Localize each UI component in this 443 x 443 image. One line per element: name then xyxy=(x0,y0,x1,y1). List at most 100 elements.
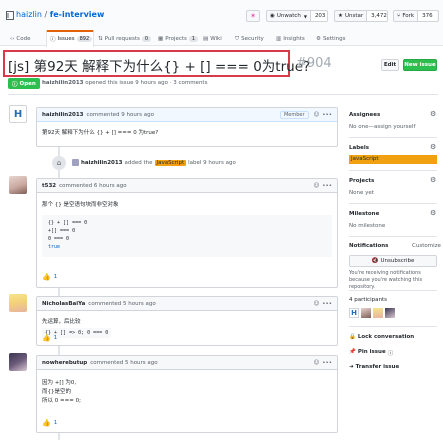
divider xyxy=(349,290,437,291)
reaction-count: 1 xyxy=(53,274,58,280)
divider xyxy=(349,170,437,171)
reaction-count: 1 xyxy=(53,420,58,426)
transfer-label: Transfer issue xyxy=(355,364,400,370)
tab-code[interactable]: ‹› Code xyxy=(10,33,31,45)
comment-header: haizhilin2013 commented 9 hours ago Memb… xyxy=(37,108,337,122)
comment-card: nowherebutup commented 5 hours ago ☺ •••… xyxy=(36,355,338,433)
fork-button[interactable]: ⑂ Fork 376 xyxy=(393,10,439,22)
repo-separator: / xyxy=(44,10,48,19)
avatar[interactable] xyxy=(9,294,27,312)
gear-icon[interactable]: ⚙ xyxy=(430,176,436,184)
unstar-count[interactable]: 3,472 xyxy=(366,11,387,21)
unwatch-count[interactable]: 203 xyxy=(309,11,327,21)
comment-author[interactable]: nowherebutup xyxy=(42,360,87,366)
event-author[interactable]: haizhilin2013 xyxy=(81,160,123,166)
gear-icon[interactable]: ⚙ xyxy=(430,110,436,118)
comment-time[interactable]: commented 9 hours ago xyxy=(87,112,154,118)
unstar-button[interactable]: ★ Unstar 3,472 xyxy=(334,10,388,22)
graph-icon: ▥ xyxy=(276,36,282,42)
kebab-icon[interactable]: ••• xyxy=(322,183,332,189)
comment-time[interactable]: commented 6 hours ago xyxy=(59,183,126,189)
tab-projects-count: 1 xyxy=(188,36,199,42)
tab-pull-requests[interactable]: ⇅ Pull requests 0 xyxy=(98,33,152,45)
avatar[interactable]: H xyxy=(9,105,27,123)
tab-wiki[interactable]: ▤ Wiki xyxy=(203,33,222,45)
comment-time[interactable]: commented 5 hours ago xyxy=(90,360,157,366)
tab-code-label: Code xyxy=(16,36,31,42)
issue-author-link[interactable]: haizhilin2013 xyxy=(42,80,84,86)
comment-time[interactable]: commented 5 hours ago xyxy=(88,301,155,307)
sponsor-button[interactable]: ✶ xyxy=(246,10,260,22)
smiley-icon[interactable]: ☺ xyxy=(314,360,320,366)
assignees-value[interactable]: No one—assign yourself xyxy=(349,124,415,130)
avatar[interactable] xyxy=(72,159,79,166)
tab-settings[interactable]: ⚙ Settings xyxy=(316,33,346,45)
smiley-icon[interactable]: ☺ xyxy=(314,112,320,118)
sponsor-icon: ✶ xyxy=(250,12,256,20)
lock-label: Lock conversation xyxy=(357,334,415,340)
kebab-icon[interactable]: ••• xyxy=(322,112,332,118)
comment-body: 那个 {} 是空语句块而非空对象 xyxy=(42,202,119,208)
avatar[interactable] xyxy=(361,308,371,318)
comment-author[interactable]: haizhilin2013 xyxy=(42,112,84,118)
code-line: +[] === 0 xyxy=(48,228,76,234)
new-issue-button[interactable]: New issue xyxy=(403,59,437,71)
pin-issue[interactable]: 📌 Pin issue ⓘ xyxy=(349,349,393,357)
assignees-title[interactable]: Assignees xyxy=(349,112,380,118)
code-line: 0 === 0 xyxy=(48,236,70,242)
unwatch-button[interactable]: ◉ Unwatch ▼ 203 xyxy=(266,10,328,22)
avatar[interactable] xyxy=(9,353,27,371)
code-line: {} + [] === 0 xyxy=(48,220,88,226)
participant-avatars: H xyxy=(349,308,395,318)
repo-name-link[interactable]: fe-interview xyxy=(50,10,105,19)
comment-line: 而{}是空的 xyxy=(42,389,71,395)
repo-owner-link[interactable]: haizlin xyxy=(16,10,42,19)
javascript-label[interactable]: JavaScript xyxy=(154,159,187,166)
tab-security[interactable]: ⛉ Security xyxy=(235,33,264,45)
reaction[interactable]: 👍 1 xyxy=(42,334,57,342)
smiley-icon[interactable]: ☺ xyxy=(314,301,320,307)
tab-projects-label: Projects xyxy=(165,36,187,42)
fork-count[interactable]: 376 xyxy=(417,11,437,21)
javascript-label[interactable]: JavaScript xyxy=(349,155,437,164)
repo-icon xyxy=(6,11,14,20)
gear-icon[interactable]: ⚙ xyxy=(430,209,436,217)
unsubscribe-button[interactable]: 🔇 Unsubscribe xyxy=(349,255,437,267)
projects-title[interactable]: Projects xyxy=(349,178,374,184)
transfer-issue[interactable]: ➜ Transfer issue xyxy=(349,364,399,370)
reaction[interactable]: 👍 1 xyxy=(42,273,57,281)
unstar-label: Unstar xyxy=(344,13,364,19)
tab-issues[interactable]: ⓘ Issues 892 xyxy=(50,33,93,45)
edit-issue-button[interactable]: Edit xyxy=(381,59,399,71)
member-badge: Member xyxy=(279,110,309,119)
thumbs-up-icon: 👍 xyxy=(42,273,51,281)
repo-breadcrumb: haizlin / fe-interview xyxy=(16,10,104,19)
tab-insights[interactable]: ▥ Insights xyxy=(276,33,305,45)
customize-link[interactable]: Customize xyxy=(412,243,441,249)
avatar[interactable]: H xyxy=(349,308,359,318)
smiley-icon[interactable]: ☺ xyxy=(314,183,320,189)
labels-title[interactable]: Labels xyxy=(349,145,369,151)
gear-icon[interactable]: ⚙ xyxy=(430,143,436,151)
reaction[interactable]: 👍 1 xyxy=(42,419,57,427)
event-text: added the xyxy=(124,159,153,166)
milestone-title[interactable]: Milestone xyxy=(349,211,379,217)
milestone-value: No milestone xyxy=(349,223,386,229)
comment-author[interactable]: t532 xyxy=(42,183,56,189)
lock-conversation[interactable]: 🔒 Lock conversation xyxy=(349,334,414,340)
avatar[interactable] xyxy=(9,176,27,194)
comment-author[interactable]: NicholasBaiYa xyxy=(42,301,85,307)
avatar[interactable] xyxy=(385,308,395,318)
tab-insights-label: Insights xyxy=(283,36,305,42)
unwatch-label: Unwatch xyxy=(276,13,301,19)
tab-pull-requests-label: Pull requests xyxy=(104,36,140,42)
tab-projects[interactable]: ▦ Projects 1 xyxy=(158,33,199,45)
kebab-icon[interactable]: ••• xyxy=(322,301,332,307)
thumbs-up-icon: 👍 xyxy=(42,334,51,342)
tab-issues-label: Issues xyxy=(57,36,75,42)
projects-value: None yet xyxy=(349,190,374,196)
kebab-icon[interactable]: ••• xyxy=(322,360,332,366)
avatar[interactable] xyxy=(373,308,383,318)
header-divider xyxy=(8,94,438,95)
tab-wiki-label: Wiki xyxy=(210,36,222,42)
